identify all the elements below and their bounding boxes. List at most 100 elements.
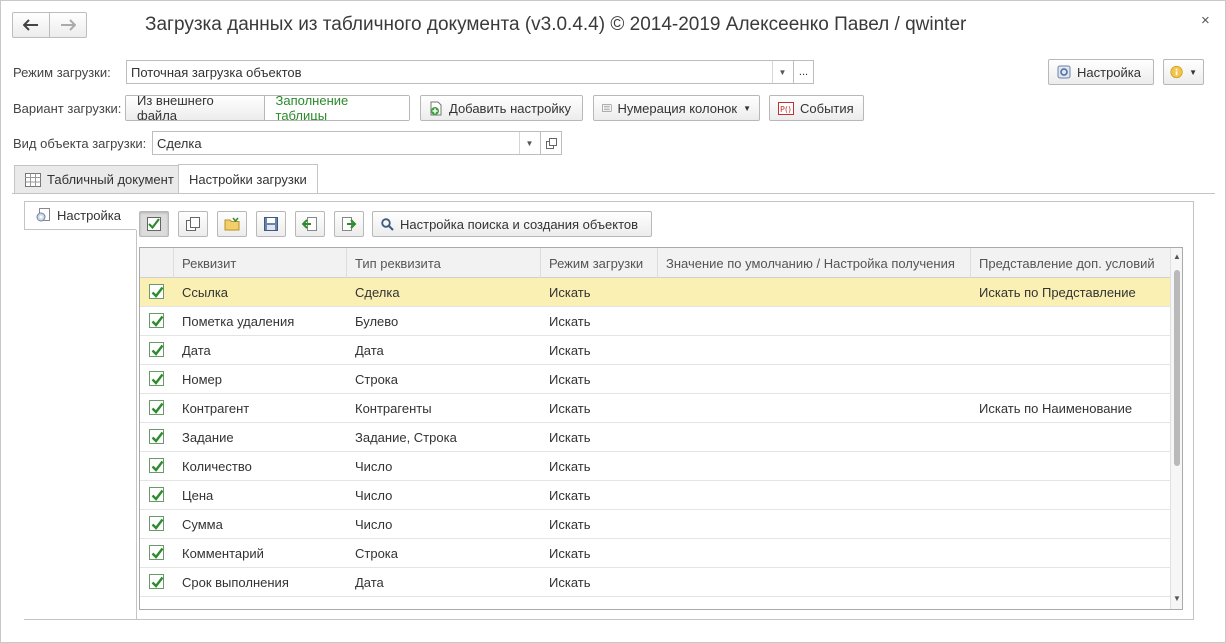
- cell-default[interactable]: [658, 568, 666, 597]
- cell-default[interactable]: [658, 278, 666, 307]
- column-numbering-button[interactable]: Нумерация колонок ▼: [593, 95, 760, 121]
- table-row[interactable]: Ссылка Сделка Искать Искать по Представлени…: [140, 278, 1170, 307]
- row-checkbox[interactable]: [149, 371, 164, 386]
- side-tab-settings[interactable]: Настройка: [24, 201, 136, 230]
- cell-conditions[interactable]: Искать по Наименование: [971, 394, 1132, 423]
- cell-type[interactable]: Задание, Строка: [347, 423, 457, 452]
- cell-mode[interactable]: Искать: [541, 539, 591, 568]
- cell-conditions[interactable]: [971, 336, 979, 365]
- chevron-down-icon[interactable]: ▼: [519, 132, 539, 154]
- forward-button[interactable]: [50, 13, 86, 37]
- vertical-scrollbar[interactable]: ▲ ▼: [1170, 248, 1182, 609]
- table-row[interactable]: Цена Число Искать: [140, 481, 1170, 510]
- table-row[interactable]: Контрагент Контрагенты Искать Искать по Наи…: [140, 394, 1170, 423]
- cell-default[interactable]: [658, 539, 666, 568]
- cell-default[interactable]: [658, 365, 666, 394]
- cell-attribute[interactable]: Количество: [174, 452, 252, 481]
- cell-type[interactable]: Число: [347, 452, 392, 481]
- cell-attribute[interactable]: Цена: [174, 481, 213, 510]
- copy-button[interactable]: [178, 211, 208, 237]
- cell-mode[interactable]: Искать: [541, 307, 591, 336]
- tab-load-settings[interactable]: Настройки загрузки: [178, 164, 318, 194]
- cell-type[interactable]: Дата: [347, 336, 384, 365]
- cell-conditions[interactable]: [971, 307, 979, 336]
- header-type[interactable]: Тип реквизита: [347, 248, 541, 278]
- search-settings-button[interactable]: Настройка поиска и создания объектов: [372, 211, 652, 237]
- row-checkbox[interactable]: [149, 400, 164, 415]
- table-row[interactable]: Количество Число Искать: [140, 452, 1170, 481]
- cell-type[interactable]: Число: [347, 481, 392, 510]
- info-menu-button[interactable]: ▼: [1163, 59, 1204, 85]
- table-row[interactable]: Сумма Число Искать: [140, 510, 1170, 539]
- tab-spreadsheet[interactable]: Табличный документ: [14, 165, 185, 193]
- row-checkbox[interactable]: [149, 574, 164, 589]
- cell-attribute[interactable]: Номер: [174, 365, 222, 394]
- row-checkbox[interactable]: [149, 545, 164, 560]
- cell-conditions[interactable]: [971, 452, 979, 481]
- cell-default[interactable]: [658, 307, 666, 336]
- open-object-button[interactable]: [540, 131, 562, 155]
- table-row[interactable]: Задание Задание, Строка Искать: [140, 423, 1170, 452]
- settings-button[interactable]: Настройка: [1048, 59, 1154, 85]
- table-row[interactable]: Номер Строка Искать: [140, 365, 1170, 394]
- cell-mode[interactable]: Искать: [541, 510, 591, 539]
- scrollbar-thumb[interactable]: [1174, 270, 1180, 466]
- header-default[interactable]: Значение по умолчанию / Настройка получе…: [658, 248, 971, 278]
- cell-type[interactable]: Дата: [347, 568, 384, 597]
- cell-type[interactable]: Число: [347, 510, 392, 539]
- cell-attribute[interactable]: Задание: [174, 423, 234, 452]
- back-button[interactable]: [13, 13, 50, 37]
- open-folder-button[interactable]: [217, 211, 247, 237]
- cell-attribute[interactable]: Ссылка: [174, 278, 228, 307]
- cell-conditions[interactable]: Искать по Представление: [971, 278, 1136, 307]
- cell-mode[interactable]: Искать: [541, 452, 591, 481]
- cell-type[interactable]: Сделка: [347, 278, 400, 307]
- cell-conditions[interactable]: [971, 365, 979, 394]
- cell-mode[interactable]: Искать: [541, 278, 591, 307]
- cell-attribute[interactable]: Пометка удаления: [174, 307, 294, 336]
- cell-conditions[interactable]: [971, 423, 979, 452]
- row-checkbox[interactable]: [149, 342, 164, 357]
- table-row[interactable]: Пометка удаления Булево Искать: [140, 307, 1170, 336]
- table-row[interactable]: Комментарий Строка Искать: [140, 539, 1170, 568]
- cell-default[interactable]: [658, 510, 666, 539]
- header-attribute[interactable]: Реквизит: [174, 248, 347, 278]
- table-row[interactable]: Дата Дата Искать: [140, 336, 1170, 365]
- row-checkbox[interactable]: [149, 313, 164, 328]
- object-type-select[interactable]: Сделка ▼: [152, 131, 541, 155]
- cell-mode[interactable]: Искать: [541, 365, 591, 394]
- variant-option-table[interactable]: Заполнение таблицы: [263, 96, 409, 120]
- cell-mode[interactable]: Искать: [541, 481, 591, 510]
- row-checkbox[interactable]: [149, 516, 164, 531]
- cell-conditions[interactable]: [971, 510, 979, 539]
- cell-conditions[interactable]: [971, 481, 979, 510]
- scroll-down-icon[interactable]: ▼: [1173, 594, 1181, 603]
- scroll-up-icon[interactable]: ▲: [1173, 252, 1181, 261]
- cell-type[interactable]: Строка: [347, 539, 398, 568]
- row-checkbox[interactable]: [149, 284, 164, 299]
- cell-attribute[interactable]: Дата: [174, 336, 211, 365]
- check-all-button[interactable]: [139, 211, 169, 237]
- chevron-down-icon[interactable]: ▼: [772, 61, 792, 83]
- export-button[interactable]: [334, 211, 364, 237]
- events-button[interactable]: P() События: [769, 95, 864, 121]
- cell-conditions[interactable]: [971, 539, 979, 568]
- cell-type[interactable]: Булево: [347, 307, 398, 336]
- variant-option-file[interactable]: Из внешнего файла: [126, 96, 264, 120]
- variant-switch[interactable]: Из внешнего файла Заполнение таблицы: [125, 95, 410, 121]
- cell-mode[interactable]: Искать: [541, 336, 591, 365]
- add-setting-button[interactable]: Добавить настройку: [420, 95, 583, 121]
- row-checkbox[interactable]: [149, 458, 164, 473]
- cell-attribute[interactable]: Сумма: [174, 510, 223, 539]
- cell-default[interactable]: [658, 394, 666, 423]
- cell-mode[interactable]: Искать: [541, 568, 591, 597]
- cell-conditions[interactable]: [971, 568, 979, 597]
- cell-attribute[interactable]: Срок выполнения: [174, 568, 289, 597]
- cell-type[interactable]: Контрагенты: [347, 394, 432, 423]
- row-checkbox[interactable]: [149, 429, 164, 444]
- cell-attribute[interactable]: Контрагент: [174, 394, 249, 423]
- cell-mode[interactable]: Искать: [541, 394, 591, 423]
- import-button[interactable]: [295, 211, 325, 237]
- header-conditions[interactable]: Представление доп. условий: [971, 248, 1170, 278]
- cell-default[interactable]: [658, 336, 666, 365]
